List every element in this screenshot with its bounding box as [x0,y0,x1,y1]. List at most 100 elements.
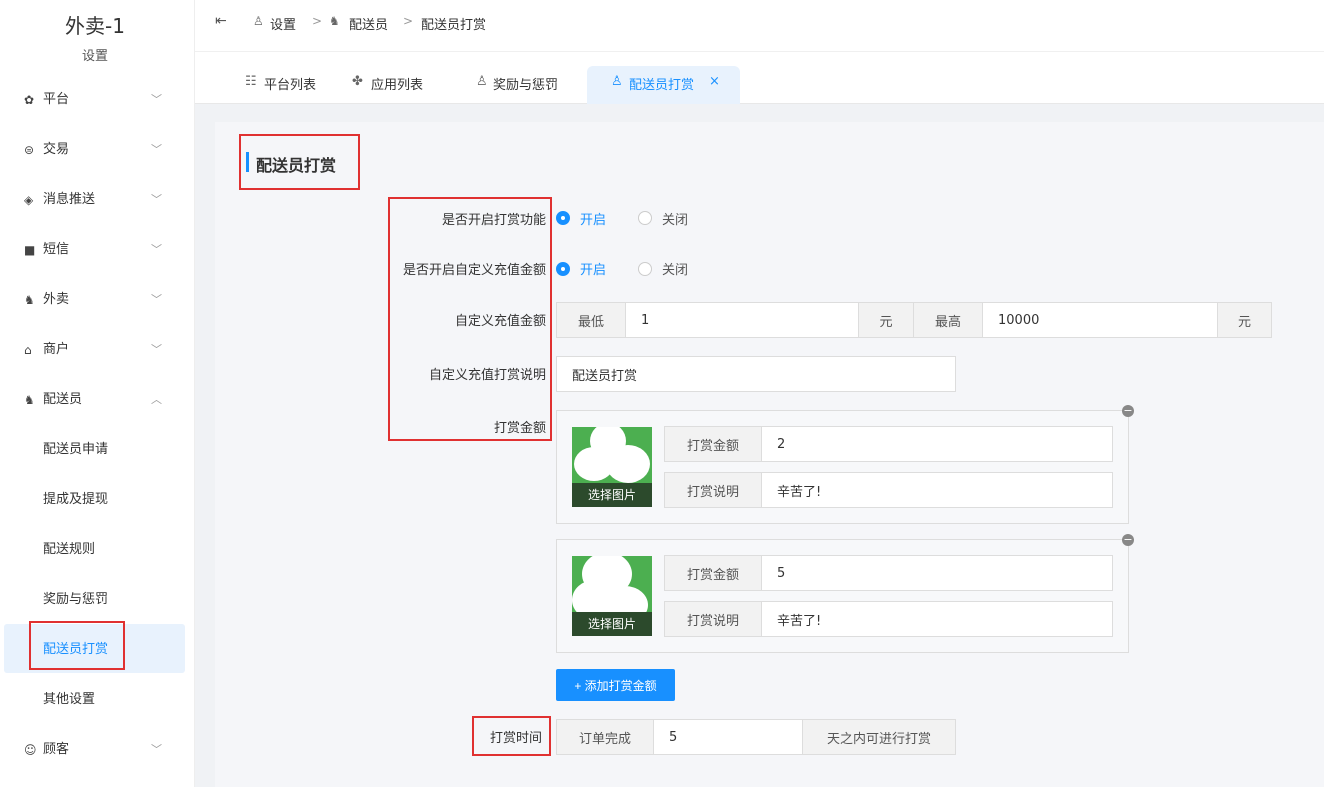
radio-enable-tip-off[interactable] [638,211,652,225]
remove-icon[interactable]: − [1122,534,1134,546]
days-suffix-addon: 天之内可进行打赏 [802,719,956,755]
app-subtitle: 设置 [81,49,108,64]
tip-days-input[interactable]: 5 [653,719,803,755]
tip-note-input[interactable]: 辛苦了! [761,601,1113,637]
list-icon: ☷ [245,74,257,89]
tip-note-input[interactable]: 辛苦了! [761,472,1113,508]
breadcrumb-current: 配送员打赏 [421,18,487,33]
sidebar-item-label: 交易 [43,142,70,157]
radio-label[interactable]: 关闭 [662,209,688,228]
unit-addon: 元 [858,302,914,338]
sidebar-item-courier[interactable]: ♞ 配送员 ︿ [0,380,195,420]
coin-icon: ⊜ [24,143,35,157]
tab-courier-tip[interactable]: 配送员打赏 [629,74,694,93]
note-addon: 打赏说明 [664,472,762,508]
scooter-icon: ♞ [24,293,35,307]
breadcrumb-separator: > [403,14,414,28]
highlight-box [29,621,125,670]
select-image-label[interactable]: 选择图片 [572,483,652,507]
remove-icon[interactable]: − [1122,405,1134,417]
field-label: 自定义充值金额 [454,314,546,329]
chevron-down-icon: ﹀ [151,343,162,356]
radio-enable-custom-off[interactable] [638,262,652,276]
sidebar-item-push[interactable]: ◈ 消息推送 ﹀ [0,180,195,220]
max-amount-input[interactable]: 10000 [982,302,1218,338]
min-amount-input[interactable]: 1 [625,302,859,338]
image-thumbnail [606,445,650,483]
field-label: 是否开启自定义充值金额 [402,263,546,278]
select-image-label[interactable]: 选择图片 [572,612,652,636]
custom-note-input[interactable]: 配送员打赏 [556,356,956,392]
field-label: 打赏时间 [490,731,543,746]
radio-label[interactable]: 关闭 [662,259,688,278]
tab-bar: ☷ 平台列表 ✤ 应用列表 ♙ 奖励与惩罚 ♙ 配送员打赏 × [195,52,1324,104]
sidebar-item-label: 平台 [43,92,70,107]
sidebar-item-customer[interactable]: ☺ 顾客 ﹀ [0,730,195,770]
tab-platform-list[interactable]: 平台列表 [264,74,316,93]
sidebar-item-label: 配送员 [43,392,83,407]
app-title: 外卖-1 [65,14,125,38]
radio-enable-custom-on[interactable] [556,262,570,276]
chevron-down-icon: ﹀ [151,193,162,206]
sidebar: 外卖-1 设置 ✿ 平台 ﹀ ⊜ 交易 ﹀ ◈ 消息推送 ﹀ ■ 短信 ﹀ ♞ … [0,0,195,787]
chevron-down-icon: ﹀ [151,743,162,756]
chevron-down-icon: ﹀ [151,293,162,306]
scooter-icon: ♞ [329,14,340,28]
add-tip-amount-button[interactable]: + 添加打赏金额 [556,669,675,701]
chevron-down-icon: ﹀ [151,143,162,156]
sidebar-item-label: 短信 [43,242,70,257]
order-complete-addon: 订单完成 [556,719,654,755]
sidebar-item-merchant[interactable]: ⌂ 商户 ﹀ [0,330,195,370]
sidebar-item-label: 顾客 [43,742,70,757]
min-addon: 最低 [556,302,626,338]
sidebar-item-label: 消息推送 [43,192,96,207]
sidebar-subitem-reward[interactable]: 奖励与惩罚 [43,580,108,620]
scooter-icon: ♞ [24,393,35,407]
tab-app-list[interactable]: 应用列表 [371,74,423,93]
breadcrumb-item[interactable]: 设置 [270,14,296,33]
tip-amount-input[interactable]: 2 [761,426,1113,462]
user-settings-icon: ♙ [253,14,264,28]
radio-label[interactable]: 开启 [580,209,606,228]
sidebar-subitem-commission[interactable]: 提成及提现 [43,480,108,520]
amount-addon: 打赏金额 [664,555,762,591]
apps-icon: ✤ [352,74,363,89]
highlight-box [239,134,360,190]
sidebar-item-trade[interactable]: ⊜ 交易 ﹀ [0,130,195,170]
radio-enable-tip-on[interactable] [556,211,570,225]
radio-label[interactable]: 开启 [580,259,606,278]
bell-off-icon: ◈ [24,193,34,207]
breadcrumb-item[interactable]: 配送员 [349,14,388,33]
sidebar-subitem-rules[interactable]: 配送规则 [43,530,95,570]
sidebar-item-label: 外卖 [43,292,70,307]
collapse-menu-icon[interactable]: ⇤ [215,13,227,29]
note-addon: 打赏说明 [664,601,762,637]
sidebar-item-platform[interactable]: ✿ 平台 ﹀ [0,80,195,120]
chevron-up-icon: ︿ [151,393,162,406]
gear-icon: ✿ [24,93,35,107]
field-label: 打赏金额 [493,421,546,436]
user-settings-icon: ♙ [611,74,623,89]
sidebar-item-takeout[interactable]: ♞ 外卖 ﹀ [0,280,195,320]
sidebar-subitem-other[interactable]: 其他设置 [43,680,95,720]
field-label: 是否开启打赏功能 [441,213,546,228]
amount-addon: 打赏金额 [664,426,762,462]
chevron-down-icon: ﹀ [151,243,162,256]
max-addon: 最高 [913,302,983,338]
image-picker[interactable]: 选择图片 [572,427,652,507]
tab-reward-punish[interactable]: 奖励与惩罚 [493,74,558,93]
user-circle-icon: ☺ [24,743,37,757]
sidebar-item-sms[interactable]: ■ 短信 ﹀ [0,230,195,270]
field-label: 自定义充值打赏说明 [428,368,546,383]
image-picker[interactable]: 选择图片 [572,556,652,636]
tip-amount-input[interactable]: 5 [761,555,1113,591]
sidebar-subitem-apply[interactable]: 配送员申请 [43,430,108,470]
close-tab-icon[interactable]: × [709,74,720,89]
top-bar: ⇤ ♙ 设置 > ♞ 配送员 > 配送员打赏 [195,0,1324,52]
user-settings-icon: ♙ [476,74,488,89]
store-icon: ⌂ [24,343,32,357]
breadcrumb-separator: > [312,14,323,28]
unit-addon: 元 [1217,302,1272,338]
chevron-down-icon: ﹀ [151,93,162,106]
sidebar-item-label: 商户 [43,342,70,357]
